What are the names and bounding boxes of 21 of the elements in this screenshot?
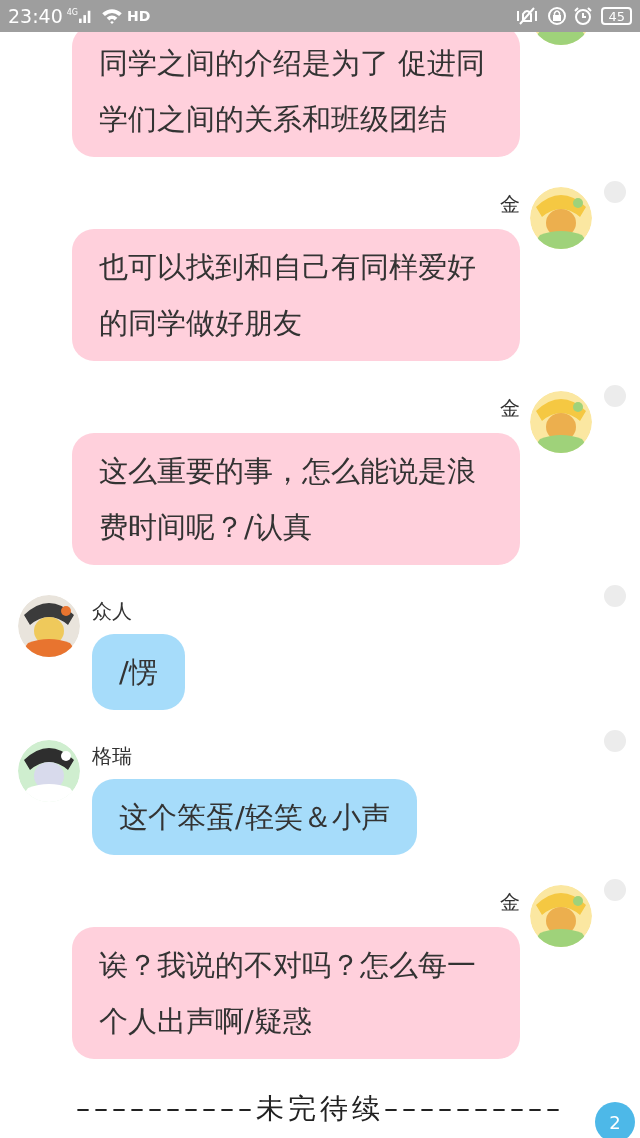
sender-name: 格瑞 xyxy=(92,744,132,768)
sender-name: 金 xyxy=(500,890,520,914)
message-bubble: 这个笨蛋/轻笑＆小声 xyxy=(92,779,417,855)
to-be-continued-text: ––––––––––未完待续–––––––––– xyxy=(76,1091,564,1127)
sender-name: 金 xyxy=(500,396,520,420)
battery-indicator: 45 xyxy=(601,7,632,25)
hd-label: HD xyxy=(127,6,151,26)
sender-name: 金 xyxy=(500,192,520,216)
alarm-icon xyxy=(573,6,594,26)
message-bubble: 这么重要的事，怎么能说是浪费时间呢？/认真 xyxy=(72,433,520,565)
unread-badge[interactable]: 2 xyxy=(595,1102,635,1138)
clock: 23:40 xyxy=(8,3,63,29)
network-type: 4G xyxy=(66,8,79,17)
message-bubble: 同学之间的介绍是为了 促进同学们之间的关系和班级团结 xyxy=(72,32,520,157)
message-bubble: 也可以找到和自己有同样爱好的同学做好朋友 xyxy=(72,229,520,361)
rotation-lock-icon xyxy=(547,6,568,26)
sender-name: 众人 xyxy=(92,599,132,623)
message-bubble: 诶？我说的不对吗？怎么每一个人出声啊/疑惑 xyxy=(72,927,520,1059)
wifi-icon xyxy=(101,8,124,24)
vibrate-off-icon xyxy=(515,6,540,26)
message-bubble: /愣 xyxy=(92,634,185,710)
